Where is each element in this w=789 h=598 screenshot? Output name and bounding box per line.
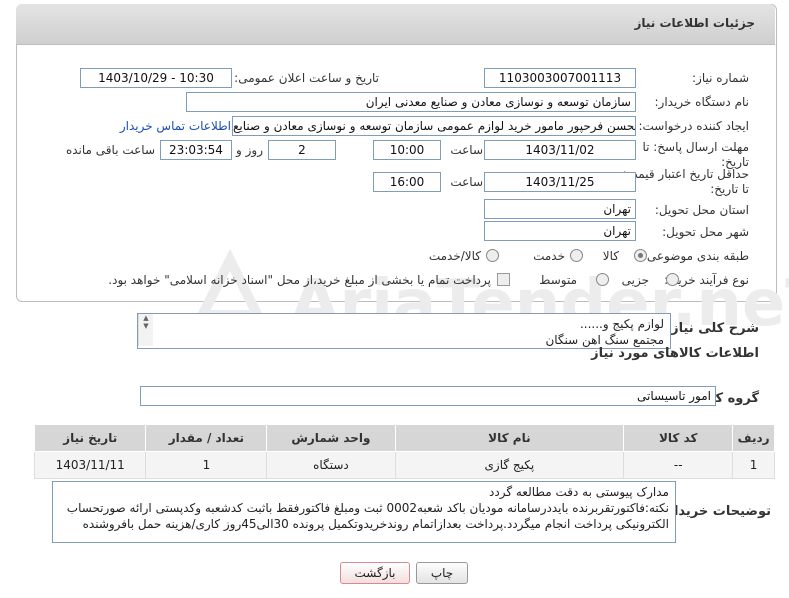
announce-datetime-label: تاریخ و ساعت اعلان عمومی:	[234, 71, 379, 85]
general-desc-line-2: مجتمع سنگ اهن سنگان	[545, 333, 664, 347]
days-and-label: روز و	[236, 143, 263, 157]
cell-unit: دستگاه	[266, 451, 396, 479]
province-field: تهران	[484, 199, 636, 219]
category-option-goods-service: کالا/خدمت	[428, 249, 481, 263]
table-row: 1 -- پکیج گازی دستگاه 1 1403/11/11	[33, 451, 775, 479]
col-date: تاریخ نیاز	[33, 424, 147, 452]
remaining-time-field: 23:03:54	[160, 140, 232, 160]
col-code: کد کالا	[623, 424, 734, 452]
goods-group-field: امور تاسیساتی	[140, 386, 716, 406]
validity-time-field: 16:00	[373, 172, 441, 192]
treasury-note: پرداخت تمام یا بخشی از مبلغ خرید،از محل …	[108, 273, 491, 287]
reply-time-field: 10:00	[373, 140, 441, 160]
min-validity-label: حداقل تاریخ اعتبار قیمت: تا تاریخ:	[622, 167, 749, 196]
buyer-notes-line-2: نکته:فاکتورتقربرنده بایددرسامانه مودیان …	[66, 501, 669, 515]
buyer-notes-line-3: الکترونیکی پرداخت انجام میگردد.پرداخت بع…	[82, 517, 669, 531]
reply-date-field: 1403/11/02	[484, 140, 636, 160]
col-qty: تعداد / مقدار	[145, 424, 268, 452]
process-option-minor: جزیی	[621, 273, 649, 287]
general-desc-scrollbar[interactable]: ▲ ▼	[138, 314, 153, 346]
col-name: نام کالا	[394, 424, 625, 452]
scroll-down-icon[interactable]: ▼	[139, 322, 153, 330]
buyer-org-label: نام دستگاه خریدار:	[654, 95, 750, 109]
category-radio-goods[interactable]	[634, 249, 647, 262]
goods-info-heading: اطلاعات کالاهای مورد نیاز	[591, 346, 759, 361]
buyer-notes-label: توضیحات خریدار:	[661, 504, 771, 519]
process-radio-medium[interactable]	[596, 273, 609, 286]
process-radio-minor[interactable]	[666, 273, 679, 286]
general-desc-label: شرح کلی نیاز:	[665, 321, 759, 336]
requester-field: محسن فرحپور مامور خرید لوازم عمومی سازما…	[232, 116, 636, 136]
category-radio-goods-service[interactable]	[486, 249, 499, 262]
need-number-label: شماره نیاز:	[692, 71, 749, 85]
need-number-field: 1103003007001113	[484, 68, 636, 88]
validity-hour-label: ساعت	[450, 175, 483, 189]
treasury-checkbox[interactable]	[497, 273, 510, 286]
category-option-goods: کالا	[602, 249, 619, 263]
province-label: استان محل تحویل:	[654, 203, 749, 217]
remaining-days-field: 2	[268, 140, 336, 160]
process-option-medium: متوسط	[539, 273, 577, 287]
cell-date: 1403/11/11	[33, 451, 147, 479]
table-header-row: ردیف کد کالا نام کالا واحد شمارش تعداد /…	[33, 424, 775, 452]
city-field: تهران	[484, 221, 636, 241]
announce-datetime-field: 1403/10/29 - 10:30	[80, 68, 232, 88]
reply-hour-label: ساعت	[450, 143, 483, 157]
goods-table: ردیف کد کالا نام کالا واحد شمارش تعداد /…	[33, 424, 775, 479]
print-button[interactable]: چاپ	[416, 562, 468, 584]
buyer-notes-textarea[interactable]: مدارک پیوستی به دقت مطالعه گردد نکته:فاک…	[52, 481, 676, 543]
buyer-org-field: سازمان توسعه و نوسازی معادن و صنایع معدن…	[186, 92, 636, 112]
category-label: طبقه بندی موضوعی:	[642, 249, 749, 263]
cell-qty: 1	[145, 451, 268, 479]
col-unit: واحد شمارش	[266, 424, 396, 452]
reply-deadline-label: مهلت ارسال پاسخ: تا تاریخ:	[642, 140, 749, 169]
buyer-contact-link[interactable]: اطلاعات تماس خریدار	[120, 119, 231, 133]
general-desc-line-1: لوازم پکیج و......	[579, 317, 664, 331]
cell-code: --	[623, 451, 734, 479]
general-desc-textarea[interactable]: لوازم پکیج و...... مجتمع سنگ اهن سنگان	[137, 313, 671, 349]
scroll-up-icon[interactable]: ▲	[139, 314, 153, 322]
col-row: ردیف	[732, 424, 775, 452]
city-label: شهر محل تحویل:	[662, 225, 749, 239]
category-radio-service[interactable]	[570, 249, 583, 262]
cell-name: پکیج گازی	[394, 451, 625, 479]
panel-header: جزئیات اطلاعات نیاز	[16, 4, 775, 45]
cell-row: 1	[732, 451, 775, 479]
category-option-service: خدمت	[533, 249, 565, 263]
panel-title: جزئیات اطلاعات نیاز	[634, 16, 755, 30]
remaining-label: ساعت باقی مانده	[65, 143, 155, 157]
requester-label: ایجاد کننده درخواست:	[638, 119, 749, 133]
buyer-notes-line-1: مدارک پیوستی به دقت مطالعه گردد	[489, 485, 669, 499]
validity-date-field: 1403/11/25	[484, 172, 636, 192]
back-button[interactable]: بازگشت	[340, 562, 410, 584]
